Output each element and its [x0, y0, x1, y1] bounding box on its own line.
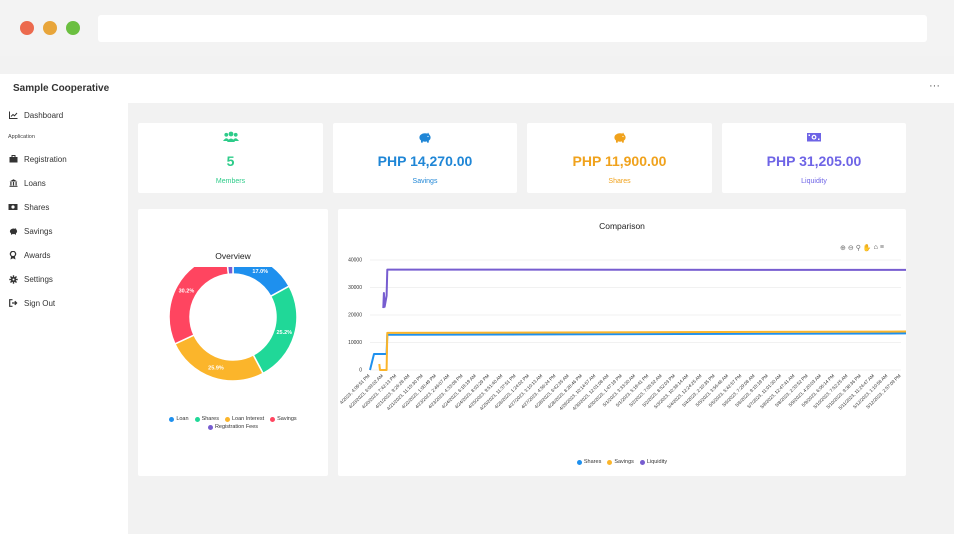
series-line-shares[interactable]: [369, 332, 906, 371]
legend-item-loan-interest[interactable]: Loan Interest: [225, 416, 264, 422]
comparison-line-chart: 0100002000030000400004/2023, 4:09:51 PM4…: [339, 258, 906, 411]
sidebar-item-awards[interactable]: Awards: [8, 248, 51, 262]
sidebar-item-label: Settings: [24, 274, 53, 284]
legend-swatch: [169, 416, 175, 422]
overview-donut-chart: 17.0% 25.2% 25.9% 30.2%: [168, 267, 298, 382]
stat-card-members: 5 Members: [138, 123, 323, 193]
money-icon: [722, 131, 906, 146]
stat-label: Liquidity: [801, 178, 827, 185]
comparison-chart-card: Comparison ⊕ ⊖ ⚲ ✋ ⌂ ≡ 0 10000 20000 30000 4…: [338, 209, 906, 476]
legend-label: Loan Interest: [232, 416, 265, 422]
y-tick-label: 40000: [348, 258, 362, 264]
overview-chart-card: Overview 17.0% 25.2% 25.9% 30.2% Loan Shares…: [138, 209, 328, 476]
series-line-liquidity[interactable]: [382, 268, 906, 309]
sign-out-icon: [8, 298, 18, 308]
sidebar-section-label: Application: [8, 134, 35, 140]
chart-legend: Loan Shares Loan Interest Savings Registrati…: [158, 416, 308, 430]
app-header: Sample Cooperative ···: [0, 74, 954, 103]
legend-item-liquidity[interactable]: Liquidity: [639, 459, 668, 465]
sidebar-item-label: Sign Out: [24, 298, 56, 308]
legend-label: Loan: [176, 416, 189, 422]
legend-swatch: [194, 416, 200, 422]
sidebar: Dashboard Application Registration Loans…: [0, 103, 128, 534]
award-icon: [8, 250, 18, 260]
piggy-bank-icon: [8, 226, 18, 236]
data-label: 25.9%: [208, 366, 224, 372]
legend-item-shares[interactable]: Shares: [194, 416, 219, 422]
legend-swatch: [207, 424, 213, 430]
sidebar-item-sign-out[interactable]: Sign Out: [8, 296, 55, 310]
legend-item-shares[interactable]: Shares: [576, 459, 602, 465]
sidebar-item-label: Registration: [24, 154, 67, 164]
legend-label: Savings: [614, 459, 634, 465]
data-label: 30.2%: [179, 289, 195, 295]
minimize-window-button[interactable]: [43, 21, 57, 35]
sidebar-item-label: Loans: [24, 178, 46, 188]
stat-label: Savings: [412, 178, 438, 185]
data-label: 25.2%: [276, 330, 292, 336]
stat-label: Shares: [608, 178, 631, 185]
close-window-button[interactable]: [20, 21, 34, 35]
legend-label: Liquidity: [646, 459, 668, 465]
money-icon: [8, 202, 18, 212]
line-chart-icon: [8, 110, 18, 120]
sidebar-item-loans[interactable]: Loans: [8, 176, 46, 190]
legend-swatch: [639, 459, 645, 465]
legend-label: Registration Fees: [214, 424, 259, 430]
sidebar-item-label: Savings: [24, 226, 53, 236]
sidebar-item-registration[interactable]: Registration: [8, 152, 67, 166]
users-icon: [138, 131, 323, 146]
maximize-window-button[interactable]: [66, 21, 80, 35]
dashboard-content: 5 Members PHP 14,270.00 Savings PHP 11,9…: [128, 103, 954, 534]
stat-value: PHP 11,900.00: [572, 153, 667, 169]
sidebar-item-dashboard[interactable]: Dashboard: [8, 108, 63, 122]
sidebar-item-label: Awards: [24, 250, 51, 260]
y-tick-label: 0: [359, 368, 362, 374]
legend-item-loan[interactable]: Loan: [169, 416, 189, 422]
browser-window: Sample Cooperative ··· Dashboard Applica…: [0, 0, 954, 534]
briefcase-icon: [8, 154, 18, 164]
sidebar-item-label: Shares: [24, 202, 50, 212]
legend-label: Shares: [583, 459, 602, 465]
sidebar-item-savings[interactable]: Savings: [8, 224, 52, 238]
gear-icon: [8, 274, 18, 284]
stat-card-shares: PHP 11,900.00 Shares: [527, 123, 712, 193]
more-options-icon[interactable]: ···: [929, 80, 940, 92]
legend-swatch: [225, 416, 230, 422]
y-tick-label: 10000: [348, 340, 362, 346]
legend-item-savings[interactable]: Savings: [270, 416, 297, 422]
stat-value: PHP 31,205.00: [766, 153, 862, 169]
data-label: 17.0%: [252, 269, 268, 275]
piggy-bank-icon: [527, 131, 712, 146]
piggy-bank-icon: [333, 131, 517, 146]
app-title: Sample Cooperative: [13, 83, 110, 94]
sidebar-item-settings[interactable]: Settings: [8, 272, 53, 286]
y-tick-label: 20000: [348, 313, 362, 319]
address-bar[interactable]: [98, 15, 927, 42]
chart-title: Comparison: [599, 221, 645, 231]
stat-value: PHP 14,270.00: [377, 153, 473, 169]
donut-slice-loan-interest[interactable]: [173, 334, 265, 382]
y-tick-label: 30000: [348, 285, 362, 291]
legend-item-registration-fees[interactable]: Registration Fees: [207, 424, 259, 430]
legend-label: Savings: [277, 416, 297, 422]
legend-swatch: [270, 416, 276, 422]
sidebar-item-label: Dashboard: [24, 110, 64, 120]
donut-slice-savings[interactable]: [168, 267, 230, 345]
legend-label: Shares: [201, 416, 219, 422]
legend-swatch: [576, 459, 582, 465]
window-titlebar: [0, 0, 954, 56]
chart-legend: Shares Savings Liquidity: [338, 459, 906, 465]
stat-value: 5: [226, 153, 235, 169]
legend-swatch: [607, 459, 613, 465]
series-line-savings[interactable]: [378, 330, 906, 371]
sidebar-item-shares[interactable]: Shares: [8, 200, 49, 214]
stat-label: Members: [215, 178, 246, 185]
bank-icon: [8, 178, 18, 188]
stat-card-liquidity: PHP 31,205.00 Liquidity: [722, 123, 906, 193]
chart-title: Overview: [215, 251, 251, 261]
legend-item-savings[interactable]: Savings: [607, 459, 634, 465]
stat-card-savings: PHP 14,270.00 Savings: [333, 123, 517, 193]
